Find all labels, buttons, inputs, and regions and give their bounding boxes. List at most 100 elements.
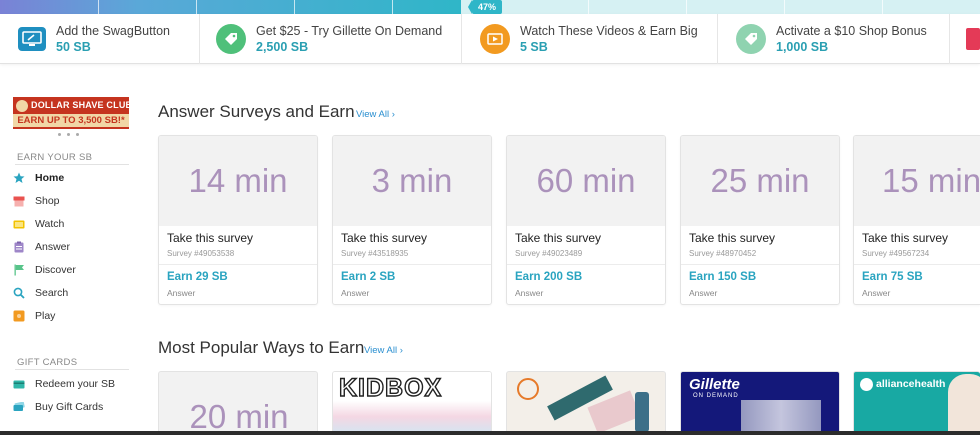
sidebar-item-search[interactable]: Search	[12, 284, 68, 302]
sidebar-item-redeem[interactable]: Redeem your SB	[12, 375, 115, 393]
sidebar-item-discover[interactable]: Discover	[12, 261, 76, 279]
monitor-icon	[18, 27, 46, 51]
offer-reward: 5 SB	[520, 40, 548, 54]
survey-reward: Earn 2 SB	[341, 271, 396, 283]
survey-title: Take this survey	[167, 231, 254, 245]
survey-category: Answer	[515, 288, 544, 298]
popular-card-razor[interactable]	[506, 371, 666, 435]
survey-id: Survey #49023489	[515, 249, 583, 258]
video-icon	[480, 24, 510, 54]
survey-card[interactable]: 15 min Take this survey Survey #49567234…	[853, 135, 980, 305]
section-title-earn: EARN YOUR SB	[17, 152, 93, 163]
survey-card[interactable]: 25 min Take this survey Survey #48970452…	[680, 135, 840, 305]
gift-icon	[966, 28, 980, 50]
progress-percent: 47%	[468, 0, 502, 14]
offer-title: Add the SwagButton	[56, 24, 170, 38]
chevron-right-icon: ›	[399, 345, 403, 356]
popular-card-gillette[interactable]: Gillette ON DEMAND	[680, 371, 840, 435]
razor-image	[635, 392, 649, 432]
popular-card-alliancehealth[interactable]: alliancehealth	[853, 371, 980, 435]
sidebar-item-label: Play	[35, 310, 56, 322]
survey-card[interactable]: 3 min Take this survey Survey #43518935 …	[332, 135, 492, 305]
popular-heading: Most Popular Ways to Earn	[158, 338, 365, 357]
sidebar-item-label: Discover	[35, 264, 76, 276]
survey-duration: 15 min	[882, 162, 980, 199]
survey-duration: 14 min	[188, 162, 288, 199]
survey-duration-panel: 14 min	[159, 136, 317, 226]
survey-card[interactable]: 14 min Take this survey Survey #49053538…	[158, 135, 318, 305]
popular-card-kidbox[interactable]: KIDBOX	[332, 371, 492, 435]
card-icon	[12, 377, 26, 391]
sidebar-item-home[interactable]: Home	[12, 169, 64, 187]
survey-duration-panel: 15 min	[854, 136, 980, 226]
dollar-shave-club-logo	[16, 100, 28, 112]
survey-category: Answer	[689, 288, 718, 298]
offer-gillette[interactable]: Get $25 - Try Gillette On Demand 2,500 S…	[200, 14, 462, 64]
play-icon	[12, 309, 26, 323]
sidebar-item-label: Shop	[35, 195, 60, 207]
popular-card-survey[interactable]: 20 min	[158, 371, 318, 435]
survey-id: Survey #48970452	[689, 249, 757, 258]
offer-reward: 50 SB	[56, 40, 91, 54]
sidebar-item-label: Watch	[35, 218, 65, 230]
survey-id: Survey #43518935	[341, 249, 409, 258]
alliancehealth-logo: alliancehealth	[876, 378, 946, 390]
kidbox-logo: KIDBOX	[338, 373, 443, 402]
sidebar-item-watch[interactable]: Watch	[12, 215, 64, 233]
surveys-heading: Answer Surveys and Earn	[158, 102, 355, 121]
offer-swagbutton[interactable]: Add the SwagButton 50 SB	[0, 14, 200, 64]
survey-reward: Earn 75 SB	[862, 271, 923, 283]
gillette-subtitle: ON DEMAND	[693, 393, 739, 399]
person-image	[948, 374, 980, 435]
offer-reward: 2,500 SB	[256, 40, 309, 54]
survey-title: Take this survey	[515, 231, 602, 245]
alliancehealth-icon	[860, 378, 873, 391]
sidebar-item-label: Search	[35, 287, 69, 299]
gillette-logo: Gillette	[689, 376, 740, 393]
survey-card[interactable]: 60 min Take this survey Survey #49023489…	[506, 135, 666, 305]
survey-id: Survey #49053538	[167, 249, 235, 258]
offer-title: Activate a $10 Shop Bonus	[776, 24, 927, 38]
sidebar-item-answer[interactable]: Answer	[12, 238, 70, 256]
survey-category: Answer	[341, 288, 370, 298]
tag-icon	[216, 24, 246, 54]
shop-icon	[12, 194, 26, 208]
clipboard-icon	[12, 240, 26, 254]
sidebar-item-label: Answer	[35, 241, 71, 253]
section-title-gift-cards: GIFT CARDS	[17, 357, 78, 368]
offer-partial[interactable]	[950, 14, 980, 64]
popular-view-all-link[interactable]: View All ›	[364, 345, 403, 356]
survey-category: Answer	[167, 288, 196, 298]
dollar-shave-club-icon	[517, 378, 539, 400]
offer-reward: 1,000 SB	[776, 40, 829, 54]
carousel-dots[interactable]	[58, 133, 88, 136]
survey-id: Survey #49567234	[862, 249, 930, 258]
survey-duration: 25 min	[710, 162, 810, 199]
survey-duration-panel: 25 min	[681, 136, 839, 226]
razor-image	[741, 400, 821, 434]
chevron-right-icon: ›	[391, 109, 395, 120]
cards-icon	[12, 400, 26, 414]
tag-icon	[736, 24, 766, 54]
watch-icon	[12, 217, 26, 231]
promo-offer: EARN UP TO 3,500 SB!*	[13, 114, 129, 127]
sidebar-item-buy-gift-cards[interactable]: Buy Gift Cards	[12, 398, 103, 416]
survey-duration: 20 min	[189, 398, 289, 435]
sidebar-item-play[interactable]: Play	[12, 307, 55, 325]
offer-title: Get $25 - Try Gillette On Demand	[256, 24, 443, 38]
survey-reward: Earn 29 SB	[167, 271, 228, 283]
star-icon	[12, 171, 26, 185]
offer-shop-bonus[interactable]: Activate a $10 Shop Bonus 1,000 SB	[718, 14, 950, 64]
surveys-view-all-link[interactable]: View All ›	[356, 109, 395, 120]
view-all-label: View All	[364, 345, 398, 356]
survey-title: Take this survey	[689, 231, 776, 245]
survey-reward: Earn 200 SB	[515, 271, 583, 283]
survey-duration: 3 min	[371, 162, 453, 199]
window-bottom-edge	[0, 431, 980, 435]
promo-banner[interactable]: DOLLAR SHAVE CLUB EARN UP TO 3,500 SB!*	[13, 97, 129, 129]
search-icon	[12, 286, 26, 300]
offer-videos[interactable]: Watch These Videos & Earn Big 5 SB	[462, 14, 718, 64]
sidebar-item-shop[interactable]: Shop	[12, 192, 60, 210]
sidebar-item-label: Redeem your SB	[35, 378, 115, 390]
flag-icon	[12, 263, 26, 277]
